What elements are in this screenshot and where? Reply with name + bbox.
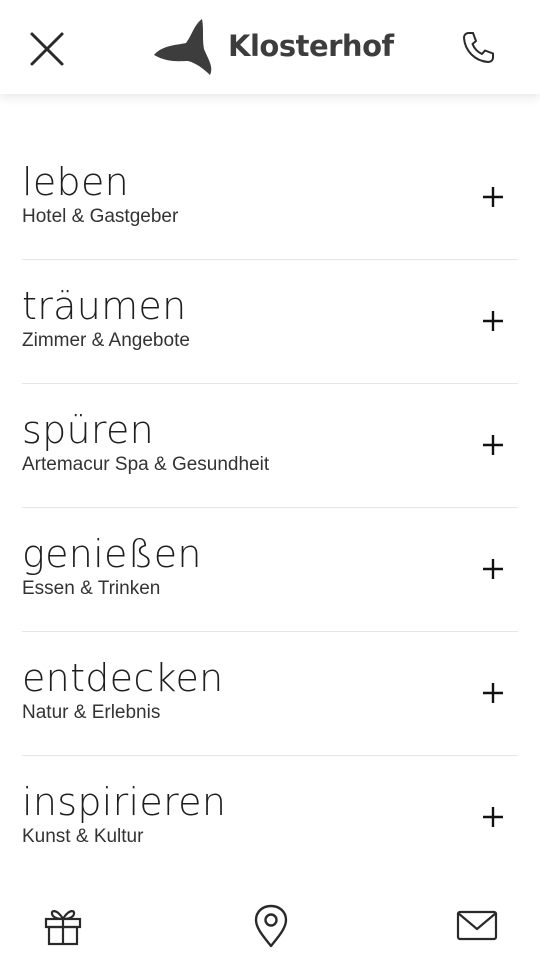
menu-item-title: leben: [22, 160, 130, 204]
mail-icon[interactable]: [455, 904, 499, 948]
bottom-action-bar: [0, 890, 540, 960]
plus-icon[interactable]: [482, 186, 504, 208]
menu-item-subtitle: Zimmer & Angebote: [22, 330, 190, 351]
menu-item-title: träumen: [22, 284, 187, 328]
brand-name: Klosterhof: [228, 29, 394, 63]
plus-icon[interactable]: [482, 806, 504, 828]
map-pin-icon[interactable]: [251, 904, 291, 948]
plus-icon[interactable]: [482, 558, 504, 580]
menu-item-traeumen[interactable]: träumen Zimmer & Angebote: [22, 260, 518, 384]
gift-icon[interactable]: [41, 904, 85, 948]
menu-item-subtitle: Essen & Trinken: [22, 578, 161, 599]
plus-icon[interactable]: [482, 310, 504, 332]
menu-item-spueren[interactable]: spüren Artemacur Spa & Gesundheit: [22, 384, 518, 508]
menu-item-leben[interactable]: leben Hotel & Gastgeber: [22, 136, 518, 260]
menu-item-title: inspirieren: [22, 780, 227, 824]
plus-icon[interactable]: [482, 434, 504, 456]
plus-icon[interactable]: [482, 682, 504, 704]
menu-item-title: spüren: [22, 408, 155, 452]
app-header: Klosterhof: [0, 0, 540, 94]
menu-item-geniessen[interactable]: genießen Essen & Trinken: [22, 508, 518, 632]
menu-item-title: entdecken: [22, 656, 224, 700]
menu-item-subtitle: Artemacur Spa & Gesundheit: [22, 454, 270, 475]
menu-item-entdecken[interactable]: entdecken Natur & Erlebnis: [22, 632, 518, 756]
menu-item-title: genießen: [22, 532, 202, 576]
brand-logo[interactable]: Klosterhof: [152, 14, 394, 78]
phone-icon[interactable]: [458, 28, 498, 68]
menu-item-subtitle: Kunst & Kultur: [22, 826, 144, 847]
menu-item-subtitle: Hotel & Gastgeber: [22, 206, 179, 227]
main-menu: leben Hotel & Gastgeber träumen Zimmer &…: [22, 136, 518, 880]
menu-item-inspirieren[interactable]: inspirieren Kunst & Kultur: [22, 756, 518, 880]
menu-item-subtitle: Natur & Erlebnis: [22, 702, 161, 723]
klosterhof-logo-icon: [154, 19, 212, 75]
close-icon[interactable]: [26, 28, 68, 70]
